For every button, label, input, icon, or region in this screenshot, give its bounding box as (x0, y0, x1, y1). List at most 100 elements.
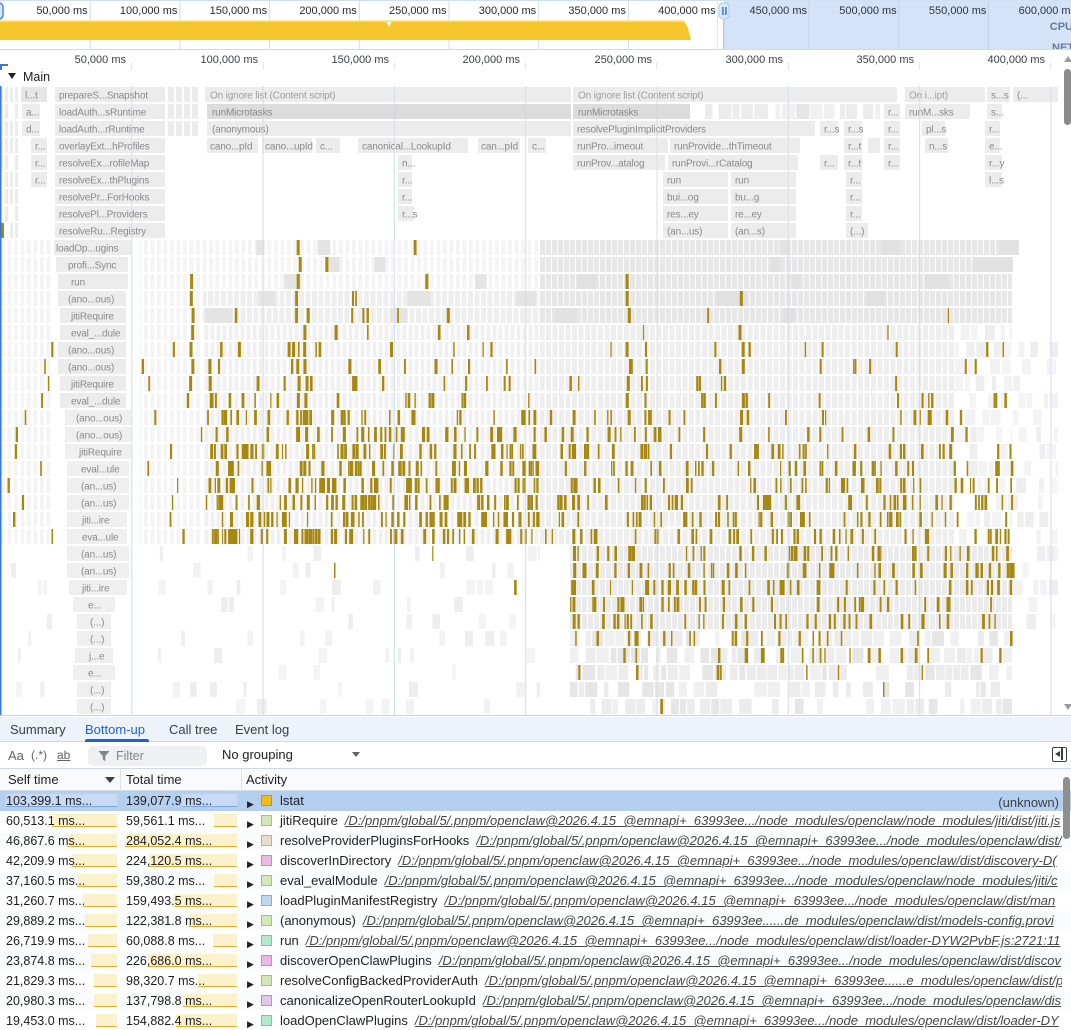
svg-text:550,000 ms: 550,000 ms (929, 5, 987, 17)
svg-text:50,000 ms: 50,000 ms (36, 5, 88, 17)
svg-text:(an...s): (an...s) (735, 227, 765, 238)
svg-text:(...): (...) (90, 703, 104, 714)
svg-text:n...: n... (402, 159, 415, 170)
svg-text:CPU: CPU (1050, 21, 1071, 33)
svg-text:On ignore list (Content script: On ignore list (Content script) (578, 91, 703, 102)
svg-text:jiti...ire: jiti...ire (81, 584, 110, 595)
svg-text:runM...sks: runM...sks (909, 108, 954, 119)
svg-text:l...s: l...s (989, 176, 1004, 187)
svg-text:cano...pId: cano...pId (210, 142, 252, 153)
svg-text:bui...og: bui...og (667, 193, 699, 204)
svg-text:eva...ule: eva...ule (82, 533, 119, 544)
svg-text:(...: (... (1017, 91, 1028, 102)
svg-text:(ano...ous): (ano...ous) (76, 431, 122, 442)
svg-text:runPro...imeout: runPro...imeout (577, 142, 643, 153)
svg-text:r...: r... (850, 176, 861, 187)
svg-text:e...: e... (88, 601, 101, 612)
svg-text:n...s: n...s (929, 142, 947, 153)
svg-text:150,000 ms: 150,000 ms (210, 5, 268, 17)
svg-text:(ano...ous): (ano...ous) (76, 414, 122, 425)
svg-text:runProvi...rCatalog: runProvi...rCatalog (672, 159, 753, 170)
svg-text:resolveEx...rofileMap: resolveEx...rofileMap (59, 159, 150, 170)
svg-text:500,000 ms: 500,000 ms (839, 5, 897, 17)
svg-text:(ano...ous): (ano...ous) (68, 346, 114, 357)
svg-text:j...e: j...e (88, 652, 105, 663)
svg-text:r...t: r...t (848, 142, 862, 153)
svg-text:(an...us): (an...us) (81, 567, 116, 578)
svg-text:canonical...LookupId: canonical...LookupId (362, 142, 451, 153)
svg-text:jitiRequire: jitiRequire (78, 448, 122, 459)
svg-text:r...s: r...s (402, 210, 418, 221)
svg-text:r...t: r...t (848, 159, 862, 170)
svg-text:200,000 ms: 200,000 ms (299, 5, 357, 17)
svg-text:loadOp...ugins: loadOp...ugins (56, 244, 119, 255)
svg-text:(...): (...) (850, 227, 864, 238)
svg-text:(an...us): (an...us) (81, 499, 116, 510)
svg-text:r...s: r...s (824, 125, 840, 136)
svg-text:r...: r... (35, 176, 46, 187)
svg-text:resolvePl...Providers: resolvePl...Providers (59, 210, 148, 221)
svg-text:runMicrotasks: runMicrotasks (578, 108, 638, 119)
svg-text:r...: r... (35, 142, 46, 153)
svg-text:(ano...ous): (ano...ous) (68, 295, 114, 306)
svg-text:eval_...dule: eval_...dule (71, 397, 121, 408)
svg-text:run: run (667, 176, 681, 187)
svg-text:r...s: r...s (848, 125, 864, 136)
svg-text:On ignore list (Content script: On ignore list (Content script) (210, 91, 335, 102)
svg-text:r...: r... (402, 176, 413, 187)
svg-text:bu...g: bu...g (735, 193, 759, 204)
svg-text:(ano...ous): (ano...ous) (68, 363, 114, 374)
svg-text:r...: r... (989, 125, 1000, 136)
svg-text:runProv...atalog: runProv...atalog (577, 159, 644, 170)
svg-text:(an...us): (an...us) (81, 482, 116, 493)
svg-text:250,000 ms: 250,000 ms (389, 5, 447, 17)
svg-text:350,000 ms: 350,000 ms (568, 5, 626, 17)
svg-text:r...: r... (850, 193, 861, 204)
svg-text:100,000 ms: 100,000 ms (120, 5, 178, 17)
svg-text:overlayExt...hProfiles: overlayExt...hProfiles (59, 142, 150, 153)
svg-text:resolveEx...thPlugins: resolveEx...thPlugins (59, 176, 149, 187)
svg-text:cano...upId: cano...upId (265, 142, 313, 153)
svg-text:r...: r... (35, 159, 46, 170)
svg-text:jitiRequire: jitiRequire (70, 312, 114, 323)
svg-text:r...: r... (888, 108, 899, 119)
svg-text:profi...Sync: profi...Sync (68, 261, 116, 272)
svg-text:r...: r... (888, 125, 899, 136)
svg-text:c...: c... (320, 142, 333, 153)
svg-text:r...: r... (824, 159, 835, 170)
svg-text:r...: r... (888, 142, 899, 153)
svg-text:re...ey: re...ey (735, 210, 762, 221)
svg-text:can...pId: can...pId (481, 142, 518, 153)
svg-text:eval_...dule: eval_...dule (71, 329, 121, 340)
svg-text:(anonymous): (anonymous) (212, 125, 269, 136)
svg-text:eval...ule: eval...ule (81, 465, 120, 476)
svg-text:c...: c... (532, 142, 545, 153)
svg-text:e...: e... (88, 669, 101, 680)
svg-text:e...: e... (989, 142, 1002, 153)
svg-text:r...: r... (888, 159, 899, 170)
svg-text:loadAuth...sRuntime: loadAuth...sRuntime (59, 108, 147, 119)
svg-text:d...: d... (26, 125, 39, 136)
svg-text:(...): (...) (90, 686, 104, 697)
svg-text:jiti...ire: jiti...ire (81, 516, 110, 527)
svg-text:On i...ipt): On i...ipt) (909, 91, 948, 102)
svg-text:resolvePluginImplicitProviders: resolvePluginImplicitProviders (577, 125, 706, 136)
svg-text:400,000 ms: 400,000 ms (658, 5, 716, 17)
svg-text:resolvePr...ForHooks: resolvePr...ForHooks (59, 193, 150, 204)
svg-text:run: run (71, 278, 85, 289)
svg-text:(...): (...) (90, 635, 104, 646)
svg-text:r...: r... (402, 193, 413, 204)
svg-text:a...: a... (26, 108, 39, 119)
svg-text:res...ey: res...ey (667, 210, 699, 221)
svg-text:jitiRequire: jitiRequire (70, 380, 114, 391)
svg-text:(an...us): (an...us) (667, 227, 702, 238)
svg-text:prepareS...Snapshot: prepareS...Snapshot (59, 91, 148, 102)
svg-text:resolveRu...Registry: resolveRu...Registry (59, 227, 146, 238)
svg-text:(...): (...) (90, 618, 104, 629)
svg-text:s...s: s...s (991, 91, 1009, 102)
svg-text:pl...s: pl...s (926, 125, 946, 136)
svg-text:run: run (735, 176, 749, 187)
svg-text:300,000 ms: 300,000 ms (479, 5, 537, 17)
svg-text:(an...us): (an...us) (81, 550, 116, 561)
svg-text:l...t: l...t (25, 91, 38, 102)
